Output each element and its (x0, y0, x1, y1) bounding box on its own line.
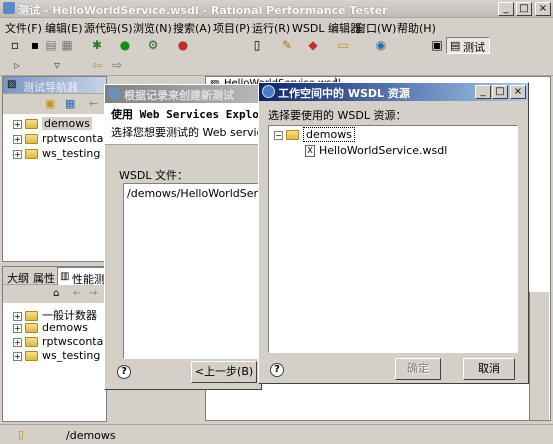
tree-item-ws-testing[interactable]: + ws_testing (13, 147, 100, 160)
status-icon: ▯ (18, 428, 25, 441)
folder-icon (25, 149, 38, 159)
counter-icon: ▥ (60, 271, 70, 282)
dialog-close-button[interactable]: × (510, 85, 526, 99)
test-navigator-panel: ▧ 测试导航器 ▣ ▦ ← + demows + rptwscontainer + w… (2, 76, 125, 262)
resource-dialog-title-bar: 工作空间中的 WSDL 资源 _ □ × (259, 83, 528, 101)
folder-icon (25, 337, 38, 347)
back-icon[interactable]: ← (73, 288, 81, 299)
perspective-switcher[interactable]: ▤ 测试 (446, 37, 490, 54)
profile-icon[interactable]: ⚙ (146, 38, 160, 52)
pin-icon[interactable]: ▿ (50, 58, 64, 72)
save-icon[interactable]: ▪ (28, 38, 42, 52)
bottom-panel-tabs: 大纲 属性 ▥ 性能测 (3, 267, 107, 286)
external-tools-icon[interactable]: ● (176, 38, 190, 52)
nav-icon[interactable]: ▹ (10, 58, 24, 72)
home-icon[interactable]: ⌂ (53, 288, 59, 299)
window-title: 测试 - HelloWorldService.wsdl - Rational P… (18, 4, 388, 17)
wizard-banner: 使用 Web Services Explorer 选择您想要测试的 Web se… (105, 103, 298, 145)
tree-node-wsdl-file-label: HelloWorldService.wsdl (319, 144, 448, 157)
wand-icon[interactable]: ✎ (280, 38, 294, 52)
app-icon (3, 2, 15, 14)
back-arrow-icon[interactable]: ⇦ (90, 58, 104, 72)
expand-icon[interactable]: + (13, 323, 22, 333)
bottom-panel: 大纲 属性 ▥ 性能测 ⌂ ← → + 一般计数器 + demows + rptwsc… (2, 266, 125, 422)
dialog-minimize-button[interactable]: _ (475, 85, 491, 99)
wsdl-file-label: WSDL 文件： (119, 169, 188, 182)
nav-back-icon[interactable]: ← (89, 97, 98, 110)
expand-icon[interactable]: + (13, 149, 22, 159)
minimize-button[interactable]: _ (498, 2, 514, 16)
print-icon[interactable]: ▤ (44, 38, 58, 52)
folder-icon (25, 119, 38, 129)
expand-icon[interactable]: + (13, 311, 22, 321)
link-icon[interactable]: ▦ (65, 97, 75, 110)
resource-prompt: 选择要使用的 WSDL 资源： (268, 109, 407, 122)
folder-icon (25, 134, 38, 144)
resource-dialog-title: 工作空间中的 WSDL 资源 (278, 87, 410, 100)
wizard-app-icon (108, 87, 121, 100)
wsdl-doc-icon: X (305, 145, 315, 157)
forward-arrow-icon[interactable]: ⇨ (110, 58, 124, 72)
tree-node-demows-label: demows (303, 127, 355, 142)
menu-bar: 文件(F) 编辑(E) 源代码(S) 浏览(N) 搜索(A) 项目(P) 运行(… (0, 18, 553, 35)
cancel-button[interactable]: 取消 (463, 358, 515, 380)
collapse-icon[interactable]: ▣ (45, 97, 55, 110)
expand-icon[interactable]: + (13, 119, 22, 129)
new-test-wizard: 根据记录来创建新测试 使用 Web Services Explorer 选择您想… (104, 84, 309, 390)
dialog-app-icon (262, 85, 275, 98)
wsdl-file-list[interactable]: /demows/HelloWorldService.wsdl (123, 183, 309, 359)
open-perspective-icon[interactable]: ▣ (430, 38, 444, 52)
expand-icon[interactable]: + (13, 337, 22, 347)
project-folder-icon (286, 130, 299, 140)
folder-icon (25, 351, 38, 361)
open-folder-icon[interactable]: ▭ (336, 38, 350, 52)
ok-button[interactable]: 确定 (395, 358, 441, 380)
dialog-help-icon[interactable]: ? (270, 363, 284, 377)
tab-performance[interactable]: ▥ 性能测 (57, 267, 107, 286)
wizard-heading: 使用 Web Services Explorer (111, 108, 279, 121)
tree-node-wsdl-file[interactable]: X HelloWorldService.wsdl (305, 144, 447, 157)
dialog-maximize-button[interactable]: □ (492, 85, 508, 99)
wizard-title: 根据记录来创建新测试 (124, 89, 234, 102)
main-title-bar: 测试 - HelloWorldService.wsdl - Rational P… (0, 0, 553, 18)
tree-item-ws-testing[interactable]: + ws_testing (13, 349, 100, 362)
status-bar: ▯ /demows (0, 424, 553, 444)
close-button[interactable]: × (535, 2, 551, 16)
tab-outline[interactable]: 大纲 (7, 270, 29, 286)
save-all-icon[interactable]: ▦ (60, 38, 74, 52)
editor-side-strip (529, 292, 549, 420)
tree-node-demows[interactable]: − demows (274, 127, 355, 142)
collapse-icon[interactable]: − (274, 130, 283, 140)
status-path: /demows (66, 429, 116, 442)
test-perspective-icon: ▤ (450, 39, 461, 52)
tree-item-demows[interactable]: + demows (13, 117, 92, 130)
run-icon[interactable]: ● (118, 38, 132, 52)
expand-icon[interactable]: + (13, 134, 22, 144)
debug-icon[interactable]: ✱ (90, 38, 104, 52)
new-icon[interactable]: ▫ (8, 38, 22, 52)
tree-item-demows[interactable]: + demows (13, 321, 88, 334)
wizard-help-icon[interactable]: ? (117, 365, 131, 379)
tab-properties[interactable]: 属性 (33, 270, 55, 286)
forward-icon[interactable]: → (89, 288, 97, 299)
navigator-icon: ▧ (7, 79, 17, 90)
test-navigator-title: 测试导航器 (23, 81, 78, 94)
back-button[interactable]: <上一步(B) (191, 361, 257, 383)
test-navigator-header: ▧ 测试导航器 (3, 77, 106, 94)
main-toolbar: ▫ ▪ ▤ ▦ ✱ ● ⚙ ● ▯ ✎ ◆ ▭ ◉ ▣ ▤ 测试 ▹ ▿ ⇦ ⇨ (0, 34, 553, 76)
globe-icon[interactable]: ◉ (374, 38, 388, 52)
expand-icon[interactable]: + (13, 351, 22, 361)
bottom-panel-toolbar: ⌂ ← → (3, 285, 106, 303)
wsdl-resource-dialog: 工作空间中的 WSDL 资源 _ □ × 选择要使用的 WSDL 资源： − de… (258, 82, 529, 384)
folder-icon (25, 311, 38, 321)
folder-icon (25, 323, 38, 333)
maximize-button[interactable]: □ (516, 2, 532, 16)
open-type-icon[interactable]: ▯ (250, 38, 264, 52)
record-icon[interactable]: ◆ (306, 38, 320, 52)
navigator-toolbar: ▣ ▦ ← (3, 94, 106, 114)
wsdl-resource-tree: − demows X HelloWorldService.wsdl (268, 125, 518, 353)
wizard-title-bar: 根据记录来创建新测试 (105, 85, 261, 103)
perspective-label: 测试 (463, 41, 485, 54)
